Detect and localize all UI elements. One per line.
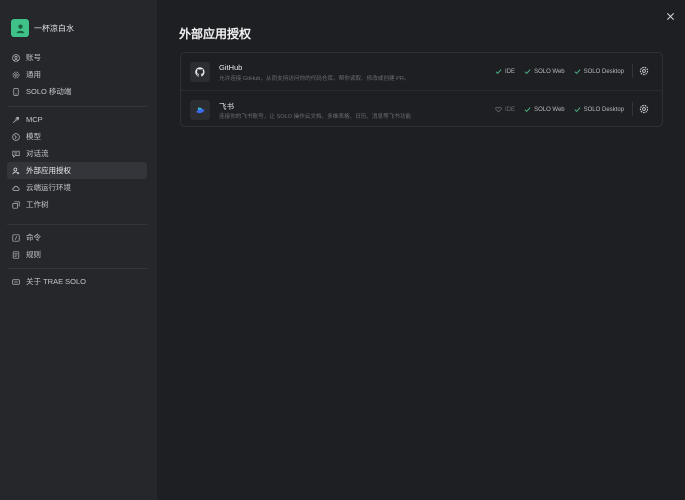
rules-icon (12, 250, 20, 259)
sidebar-item-external-auth[interactable]: 外部应用授权 (7, 162, 147, 179)
sidebar-item-chat-flow[interactable]: 对话流 (7, 145, 147, 162)
mcp-tool-icon (12, 116, 20, 124)
nav-group-basic: 账号 通用 SOLO 移动端 (7, 49, 147, 100)
sidebar-item-model[interactable]: 模型 (7, 128, 147, 145)
capability-solo-web: SOLO Web (524, 106, 565, 113)
sidebar-item-cloud-env[interactable]: 云端运行环境 (7, 179, 147, 196)
close-icon[interactable] (666, 8, 675, 21)
capability-ide: IDE (495, 106, 515, 113)
sidebar-item-label: 账号 (26, 53, 41, 62)
user-profile[interactable]: 一杯凉白水 (11, 19, 74, 37)
github-icon (190, 62, 210, 82)
settings-gear-icon[interactable] (639, 66, 649, 76)
app-name: 飞书 (219, 102, 234, 111)
sidebar-item-label: 命令 (26, 233, 41, 242)
cloud-icon (12, 184, 20, 192)
gear-icon (12, 71, 20, 79)
check-icon (524, 68, 531, 75)
model-icon (12, 132, 20, 141)
capability-solo-desktop: SOLO Desktop (574, 68, 624, 75)
app-description: 允许连接 GitHub，从而支持访问你的代码仓库，帮你读取、修改或创建 PR。 (219, 76, 410, 82)
sidebar-item-label: 云端运行环境 (26, 183, 71, 192)
worktree-icon (12, 200, 20, 209)
sidebar-item-mcp[interactable]: MCP (7, 111, 147, 128)
sidebar-item-label: 外部应用授权 (26, 166, 71, 175)
user-name: 一杯凉白水 (34, 23, 74, 33)
capability-ide: IDE (495, 68, 515, 75)
sidebar-item-solo-mobile[interactable]: SOLO 移动端 (7, 83, 147, 100)
capability-label: IDE (505, 68, 516, 75)
nav-group-features: MCP 模型 对话流 外部应用授权 云端运行环境 工作树 (7, 111, 147, 213)
capability-label: SOLO Desktop (583, 68, 624, 75)
capability-label: SOLO Desktop (583, 106, 624, 113)
sidebar-item-label: 关于 TRAE SOLO (26, 277, 87, 286)
chat-icon (12, 150, 20, 158)
sidebar-item-general[interactable]: 通用 (7, 66, 147, 83)
sidebar-divider (7, 224, 147, 225)
avatar (11, 19, 29, 37)
app-capabilities: IDE SOLO Web SOLO Desktop (486, 106, 624, 113)
sidebar-item-about[interactable]: 关于 TRAE SOLO (7, 273, 147, 290)
app-list-card: GitHub 允许连接 GitHub，从而支持访问你的代码仓库，帮你读取、修改或… (180, 52, 663, 127)
app-capabilities: IDE SOLO Web SOLO Desktop (486, 68, 624, 75)
sidebar-item-label: 通用 (26, 70, 41, 79)
account-icon (12, 53, 20, 62)
sidebar-item-label: 规则 (26, 250, 41, 259)
sidebar-divider (7, 268, 147, 269)
feishu-icon (190, 100, 210, 120)
nav-group-about: 关于 TRAE SOLO (7, 273, 147, 290)
app-name: GitHub (219, 63, 243, 72)
row-separator (632, 102, 633, 116)
sidebar-item-commands[interactable]: 命令 (7, 229, 147, 246)
sidebar-item-label: 工作树 (26, 200, 49, 209)
app-row-feishu: 飞书 连接你的飞书账号，让 SOLO 操作云文档、多维表格、日历、消息等飞书功能… (181, 90, 662, 127)
app-row-github: GitHub 允许连接 GitHub，从而支持访问你的代码仓库，帮你读取、修改或… (181, 53, 662, 90)
capability-label: SOLO Web (534, 106, 565, 113)
capability-label: IDE (505, 106, 516, 113)
nav-group-automation: 命令 规则 (7, 229, 147, 263)
about-icon (12, 278, 20, 286)
check-icon (495, 68, 502, 75)
mobile-icon (12, 87, 20, 96)
row-separator (632, 64, 633, 78)
capability-label: SOLO Web (534, 68, 565, 75)
check-icon (524, 106, 531, 113)
sidebar-item-rules[interactable]: 规则 (7, 246, 147, 263)
sidebar-item-account[interactable]: 账号 (7, 49, 147, 66)
capability-solo-web: SOLO Web (524, 68, 565, 75)
sidebar-divider (7, 106, 147, 107)
app-description: 连接你的飞书账号，让 SOLO 操作云文档、多维表格、日历、消息等飞书功能 (219, 114, 412, 120)
check-icon (574, 68, 581, 75)
sidebar-item-label: 模型 (26, 132, 41, 141)
heart-outline-icon (495, 106, 502, 113)
check-icon (574, 106, 581, 113)
sidebar-item-label: MCP (26, 115, 43, 124)
page-title: 外部应用授权 (179, 27, 252, 41)
external-auth-icon (12, 167, 20, 175)
settings-gear-icon[interactable] (639, 104, 649, 114)
sidebar-item-label: 对话流 (26, 149, 49, 158)
sidebar-item-label: SOLO 移动端 (26, 87, 72, 96)
command-icon (12, 233, 20, 242)
sidebar-item-worktree[interactable]: 工作树 (7, 196, 147, 213)
capability-solo-desktop: SOLO Desktop (574, 106, 624, 113)
sidebar: 一杯凉白水 账号 通用 SOLO 移动端 MCP 模型 对话流 外部应用授权 云… (0, 0, 157, 500)
main-panel: 外部应用授权 GitHub 允许连接 GitHub，从而支持访问你的代码仓库，帮… (157, 0, 685, 500)
